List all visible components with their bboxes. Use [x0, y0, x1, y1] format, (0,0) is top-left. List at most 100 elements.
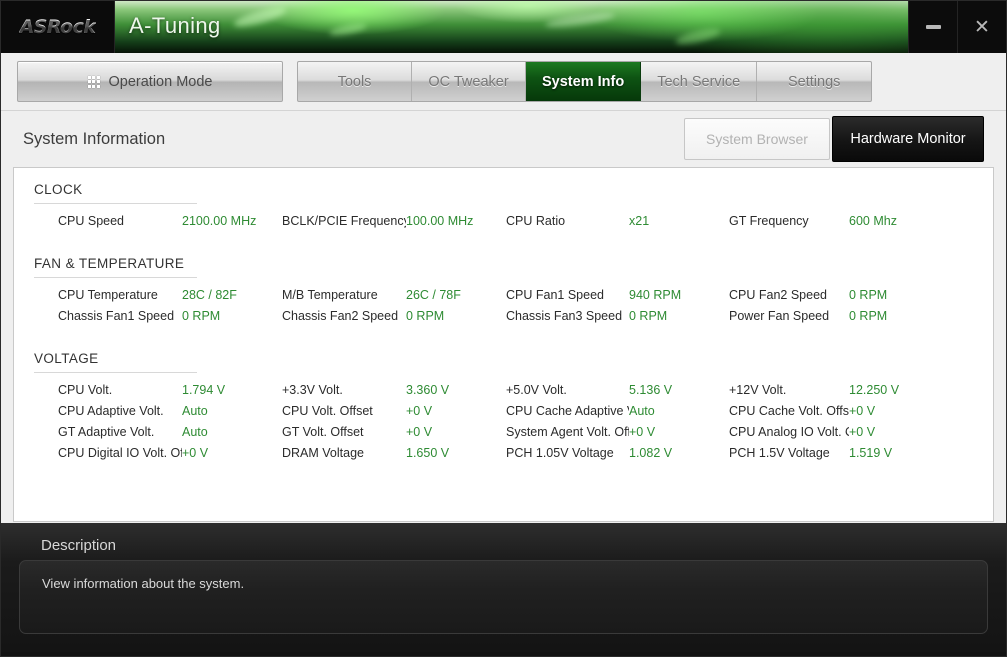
section-rows: CPU Temperature 28C / 82F M/B Temperature 2…: [14, 285, 993, 326]
info-value: 5.136 V: [629, 383, 673, 397]
info-value: 12.250 V: [849, 383, 900, 397]
system-browser-button[interactable]: System Browser: [684, 118, 830, 160]
tab-tools[interactable]: Tools: [298, 62, 412, 101]
banner-streak-icon: [544, 10, 616, 30]
info-label: GT Volt. Offset: [282, 425, 364, 439]
close-button[interactable]: ✕: [957, 1, 1006, 53]
section-title: VOLTAGE: [34, 351, 99, 366]
info-label: CPU Volt.: [58, 383, 113, 397]
operation-mode-button[interactable]: Operation Mode: [17, 61, 283, 102]
info-value: +0 V: [849, 425, 876, 439]
section-divider: [34, 277, 197, 278]
info-value: x21: [629, 214, 650, 228]
header-actions: System Browser Hardware Monitor: [684, 116, 984, 162]
description-box: View information about the system.: [19, 560, 988, 634]
info-label: Power Fan Speed: [729, 309, 830, 323]
section-rows: CPU Volt. 1.794 V +3.3V Volt. 3.360 V +5.0V …: [14, 380, 993, 463]
info-value: 28C / 82F: [182, 288, 237, 302]
asrock-logo-text: ASRock: [19, 16, 96, 38]
info-row: CPU Volt. 1.794 V +3.3V Volt. 3.360 V +5.0V …: [14, 380, 993, 400]
info-label: Chassis Fan2 Speed: [282, 309, 399, 323]
info-label: CPU Analog IO Volt. Offset: [729, 425, 849, 439]
info-label: PCH 1.5V Voltage: [729, 446, 830, 460]
content-header: System Information System Browser Hardwa…: [13, 111, 994, 167]
info-value: 100.00 MHz: [406, 214, 474, 228]
minimize-icon: [925, 25, 941, 29]
hardware-monitor-button[interactable]: Hardware Monitor: [832, 116, 984, 162]
info-label: CPU Ratio: [506, 214, 566, 228]
info-label: CPU Cache Adaptive Volt.: [506, 404, 629, 418]
tab-settings[interactable]: Settings: [757, 62, 871, 101]
banner-streak-icon: [232, 3, 288, 31]
info-value: 600 Mhz: [849, 214, 897, 228]
banner-streak-icon: [674, 25, 722, 48]
info-label: CPU Speed: [58, 214, 125, 228]
info-label: +12V Volt.: [729, 383, 787, 397]
info-label: GT Frequency: [729, 214, 809, 228]
main-tabs: Tools OC Tweaker System Info Tech Service Se…: [297, 61, 873, 102]
description-panel: Description View information about the s…: [1, 523, 1006, 652]
info-label: BCLK/PCIE Frequency: [282, 214, 406, 228]
section-fan-temperature: FAN & TEMPERATURE CPU Temperature 28C / 82…: [14, 256, 993, 345]
info-value: 0 RPM: [406, 309, 445, 323]
info-value: 1.082 V: [629, 446, 673, 460]
atuning-window: ASRock A-Tuning ✕ Operation Mode Tools OC…: [0, 0, 1007, 657]
info-value: +0 V: [182, 446, 209, 460]
info-label: Chassis Fan1 Speed: [58, 309, 175, 323]
section-voltage: VOLTAGE CPU Volt. 1.794 V +3.3V Volt. 3.360 …: [14, 351, 993, 482]
info-value: Auto: [182, 404, 208, 418]
tab-system-info[interactable]: System Info: [526, 62, 642, 101]
section-divider: [34, 372, 197, 373]
content-area: System Information System Browser Hardwa…: [1, 111, 1006, 523]
info-value: Auto: [629, 404, 655, 418]
app-title-banner: A-Tuning: [115, 1, 908, 53]
tab-strip: Operation Mode Tools OC Tweaker System Inf…: [1, 53, 1006, 111]
info-label: Chassis Fan3 Speed: [506, 309, 623, 323]
info-row: Chassis Fan1 Speed 0 RPM Chassis Fan2 Spee…: [14, 306, 993, 326]
info-value: 2100.00 MHz: [182, 214, 257, 228]
banner-streak-icon: [328, 21, 368, 38]
info-label: CPU Digital IO Volt. Offset: [58, 446, 182, 460]
info-label: DRAM Voltage: [282, 446, 364, 460]
info-label: M/B Temperature: [282, 288, 378, 302]
info-value: +0 V: [406, 404, 433, 418]
info-label: CPU Cache Volt. Offset: [729, 404, 849, 418]
section-title: CLOCK: [34, 182, 83, 197]
grid-icon: [87, 75, 100, 88]
info-value: 940 RPM: [629, 288, 682, 302]
info-label: CPU Volt. Offset: [282, 404, 373, 418]
info-label: CPU Adaptive Volt.: [58, 404, 164, 418]
info-value: 1.650 V: [406, 446, 450, 460]
info-label: +5.0V Volt.: [506, 383, 567, 397]
info-value: +0 V: [849, 404, 876, 418]
info-label: CPU Temperature: [58, 288, 158, 302]
info-row: CPU Digital IO Volt. Offset+0 V DRAM Volt…: [14, 443, 993, 463]
description-text: View information about the system.: [42, 576, 245, 591]
section-divider: [34, 203, 197, 204]
info-row: CPU Temperature 28C / 82F M/B Temperature 2…: [14, 285, 993, 305]
info-label: System Agent Volt. Offset: [506, 425, 629, 439]
section-title: FAN & TEMPERATURE: [34, 256, 185, 271]
close-icon: ✕: [974, 15, 990, 38]
info-row: CPU Speed 2100.00 MHz BCLK/PCIE Frequency 1…: [14, 211, 993, 231]
page-title: System Information: [23, 129, 166, 148]
info-label: CPU Fan1 Speed: [506, 288, 604, 302]
operation-mode-label: Operation Mode: [108, 73, 213, 90]
info-label: PCH 1.05V Voltage: [506, 446, 614, 460]
minimize-button[interactable]: [908, 1, 957, 53]
info-value: 3.360 V: [406, 383, 450, 397]
info-value: +0 V: [629, 425, 656, 439]
title-bar: ASRock A-Tuning ✕: [1, 1, 1006, 53]
info-value: 0 RPM: [849, 288, 888, 302]
tab-oc-tweaker[interactable]: OC Tweaker: [412, 62, 526, 101]
info-value: 1.794 V: [182, 383, 226, 397]
tab-tech-service[interactable]: Tech Service: [641, 62, 758, 101]
info-value: Auto: [182, 425, 208, 439]
info-label: +3.3V Volt.: [282, 383, 343, 397]
info-value: +0 V: [406, 425, 433, 439]
asrock-logo: ASRock: [1, 1, 115, 53]
info-value: 26C / 78F: [406, 288, 461, 302]
info-label: CPU Fan2 Speed: [729, 288, 827, 302]
